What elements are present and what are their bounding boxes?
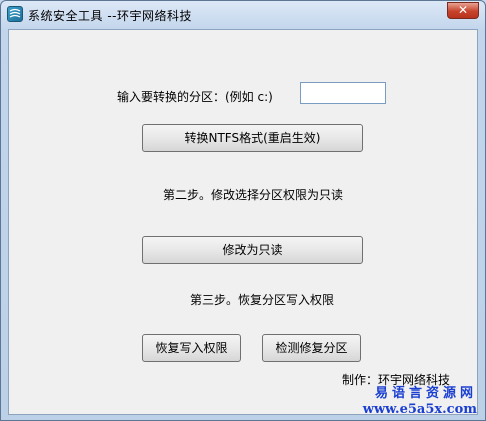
set-readonly-button[interactable]: 修改为只读 xyxy=(142,236,363,264)
restore-write-button[interactable]: 恢复写入权限 xyxy=(142,334,241,362)
partition-input[interactable] xyxy=(300,82,386,104)
step2-label: 第二步。修改选择分区权限为只读 xyxy=(163,188,344,202)
convert-ntfs-button[interactable]: 转换NTFS格式(重启生效) xyxy=(142,124,363,152)
client-area: 输入要转换的分区：(例如 c:) 转换NTFS格式(重启生效) 第二步。修改选择… xyxy=(8,29,478,415)
window-title: 系统安全工具 --环宇网络科技 xyxy=(28,9,192,23)
app-icon xyxy=(7,6,23,22)
title-bar[interactable]: 系统安全工具 --环宇网络科技 ✕ xyxy=(1,1,485,29)
step3-label: 第三步。恢复分区写入权限 xyxy=(190,293,335,307)
close-button[interactable]: ✕ xyxy=(447,2,479,19)
watermark-site-name: 易语言资源网 xyxy=(374,386,477,401)
partition-label: 输入要转换的分区：(例如 c:) xyxy=(117,90,273,104)
app-window: 系统安全工具 --环宇网络科技 ✕ 输入要转换的分区：(例如 c:) 转换NTF… xyxy=(0,0,486,421)
watermark-url: www.e5a5x.com xyxy=(362,402,477,417)
repair-partition-button[interactable]: 检测修复分区 xyxy=(262,334,361,362)
